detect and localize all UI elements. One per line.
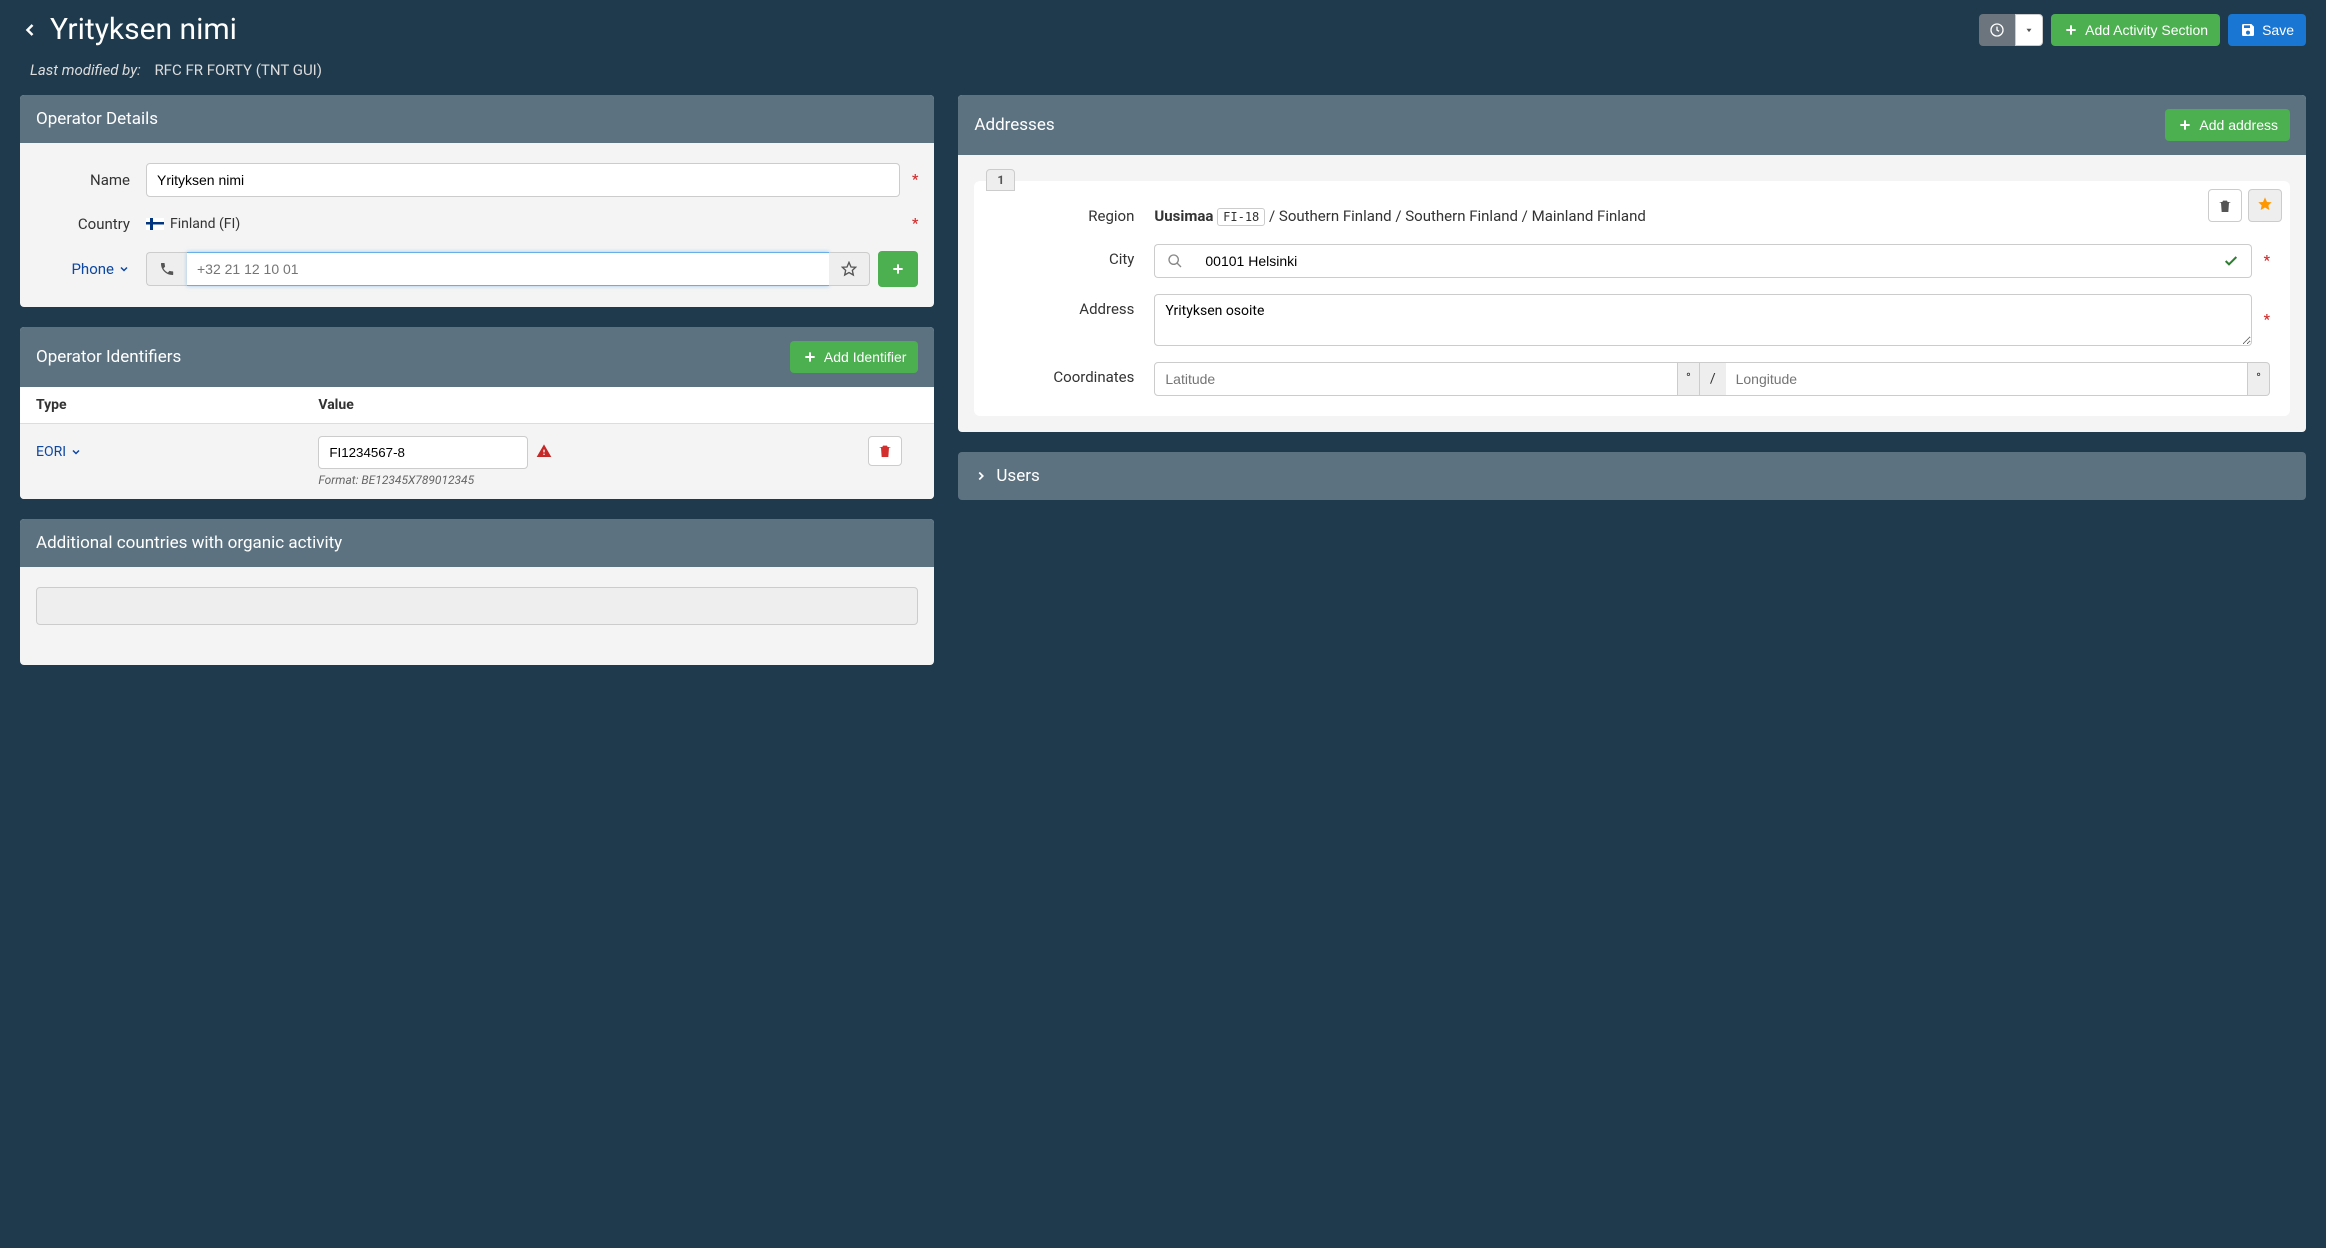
address-label: Address xyxy=(994,294,1154,318)
name-label: Name xyxy=(36,171,146,189)
identifiers-title: Operator Identifiers xyxy=(36,347,181,367)
star-outline-icon xyxy=(841,261,857,277)
chevron-down-icon xyxy=(70,446,82,458)
add-address-label: Add address xyxy=(2199,117,2278,133)
star-filled-icon xyxy=(2257,196,2273,212)
plus-icon xyxy=(802,349,818,365)
finland-flag-icon xyxy=(146,218,164,230)
back-button[interactable] xyxy=(20,20,40,40)
trash-icon xyxy=(877,443,893,459)
region-value: Uusimaa FI-18 / Southern Finland / South… xyxy=(1154,201,1645,228)
country-value: Finland (FI) xyxy=(170,216,240,232)
col-value-header: Value xyxy=(318,397,868,413)
delete-address-button[interactable] xyxy=(2208,189,2242,222)
phone-icon xyxy=(159,261,175,277)
addresses-title: Addresses xyxy=(974,115,1054,135)
caret-down-icon xyxy=(2024,25,2034,35)
city-input[interactable] xyxy=(1195,244,2210,278)
region-name: Uusimaa xyxy=(1154,207,1213,225)
name-input[interactable] xyxy=(146,163,900,197)
col-type-header: Type xyxy=(36,397,318,413)
region-breadcrumb: / Southern Finland / Southern Finland / … xyxy=(1269,207,1646,225)
city-valid-indicator xyxy=(2211,244,2252,278)
history-dropdown-caret[interactable] xyxy=(2015,14,2043,46)
trash-icon xyxy=(2217,198,2233,214)
identifier-type-dropdown[interactable]: EORI xyxy=(36,436,82,460)
primary-address-star-button[interactable] xyxy=(2248,189,2282,222)
city-search-button[interactable] xyxy=(1154,244,1195,278)
phone-input[interactable] xyxy=(187,252,829,286)
additional-countries-title: Additional countries with organic activi… xyxy=(36,533,342,553)
required-star: * xyxy=(912,172,918,188)
save-icon xyxy=(2240,22,2256,38)
identifier-type-label: EORI xyxy=(36,444,66,460)
identifiers-panel: Operator Identifiers Add Identifier Type… xyxy=(20,327,934,499)
save-button[interactable]: Save xyxy=(2228,14,2306,46)
history-split-button xyxy=(1979,14,2043,46)
phone-type-dropdown[interactable]: Phone xyxy=(71,260,130,278)
identifier-value-input[interactable] xyxy=(318,436,528,469)
region-code: FI-18 xyxy=(1217,208,1265,226)
phone-label: Phone xyxy=(71,260,114,278)
address-number-tab: 1 xyxy=(986,169,1015,191)
operator-details-panel: Operator Details Name * Country xyxy=(20,95,934,307)
check-icon xyxy=(2223,253,2239,269)
address-card: 1 Region xyxy=(974,181,2290,416)
additional-countries-panel: Additional countries with organic activi… xyxy=(20,519,934,665)
history-button[interactable] xyxy=(1979,14,2015,46)
clock-icon xyxy=(1989,22,2005,38)
latitude-input[interactable] xyxy=(1154,362,1678,396)
degree-symbol: ° xyxy=(1678,362,1700,396)
add-address-button[interactable]: Add address xyxy=(2165,109,2290,141)
save-label: Save xyxy=(2262,22,2294,38)
additional-countries-input[interactable] xyxy=(36,587,918,625)
plus-icon xyxy=(2063,22,2079,38)
format-hint: Format: BE12345X789012345 xyxy=(318,473,868,487)
region-label: Region xyxy=(994,201,1154,225)
phone-icon-addon xyxy=(146,252,187,286)
coord-separator: / xyxy=(1700,362,1726,396)
required-star: * xyxy=(2264,312,2270,328)
last-modified-label: Last modified by: xyxy=(30,61,141,79)
last-modified-value: RFC FR FORTY (TNT GUI) xyxy=(154,61,322,79)
users-title: Users xyxy=(996,466,1039,486)
warning-icon xyxy=(536,443,552,463)
add-identifier-label: Add Identifier xyxy=(824,349,907,365)
page-header: Yrityksen nimi Add Activity Section Save xyxy=(20,0,2306,55)
degree-symbol: ° xyxy=(2248,362,2270,396)
country-label: Country xyxy=(36,215,146,233)
page-title: Yrityksen nimi xyxy=(50,12,237,47)
addresses-panel: Addresses Add address 1 xyxy=(958,95,2306,432)
add-phone-button[interactable] xyxy=(878,251,918,287)
city-label: City xyxy=(994,244,1154,268)
coordinates-label: Coordinates xyxy=(994,362,1154,386)
longitude-input[interactable] xyxy=(1726,362,2249,396)
address-textarea[interactable] xyxy=(1154,294,2251,346)
last-modified-row: Last modified by: RFC FR FORTY (TNT GUI) xyxy=(20,55,2306,95)
phone-favorite-toggle[interactable] xyxy=(829,252,870,286)
chevron-right-icon xyxy=(974,469,988,483)
identifier-row: EORI xyxy=(20,424,934,499)
add-activity-label: Add Activity Section xyxy=(2085,22,2208,38)
identifier-table-header: Type Value xyxy=(20,387,934,424)
required-star: * xyxy=(2264,253,2270,269)
operator-details-header: Operator Details xyxy=(20,95,934,143)
delete-identifier-button[interactable] xyxy=(868,436,902,466)
operator-details-title: Operator Details xyxy=(36,109,158,129)
required-star: * xyxy=(912,216,918,232)
plus-icon xyxy=(890,261,906,277)
search-icon xyxy=(1167,253,1183,269)
users-panel-collapsed[interactable]: Users xyxy=(958,452,2306,500)
add-activity-section-button[interactable]: Add Activity Section xyxy=(2051,14,2220,46)
chevron-down-icon xyxy=(118,263,130,275)
plus-icon xyxy=(2177,117,2193,133)
add-identifier-button[interactable]: Add Identifier xyxy=(790,341,919,373)
